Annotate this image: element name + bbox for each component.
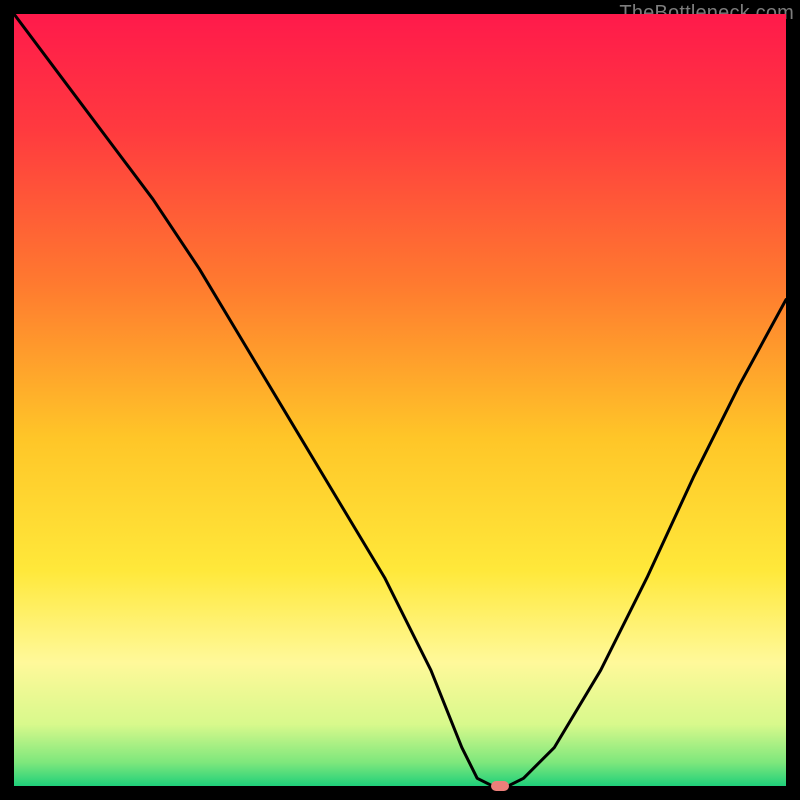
gradient-background	[14, 14, 786, 786]
chart-root: TheBottleneck.com	[0, 0, 800, 800]
plot-area	[14, 14, 786, 786]
optimal-marker	[491, 781, 509, 791]
